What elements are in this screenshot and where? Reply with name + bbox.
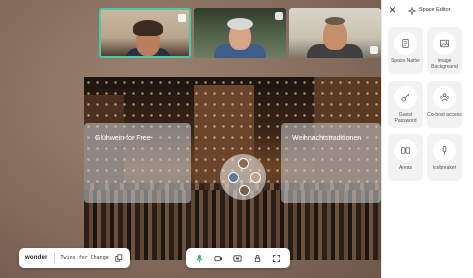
screen-share-button[interactable] <box>231 251 245 265</box>
space-name-button[interactable]: Space Name <box>388 27 423 74</box>
wonder-logo: wonder <box>25 255 48 261</box>
co-host-access-button[interactable]: Co-host access <box>427 81 462 128</box>
screen-share-icon <box>233 254 242 262</box>
room-name: Twins for Change <box>60 255 109 261</box>
tool-icon-circle <box>394 86 417 109</box>
tool-label: Image Background <box>431 58 458 70</box>
copy-icon[interactable] <box>115 254 123 262</box>
tool-icon-circle <box>433 86 456 109</box>
tile-options-icon[interactable] <box>370 46 378 54</box>
tool-icon-circle <box>394 139 417 162</box>
tool-icon-circle <box>433 139 456 162</box>
participant-hair <box>227 18 253 30</box>
participant-hair <box>325 17 345 25</box>
camera-button[interactable] <box>212 251 226 265</box>
space-background-image[interactable]: Glühwein for Free Weihnachtstraditionen <box>84 77 381 260</box>
participant-hair <box>133 20 163 36</box>
microphone-button[interactable] <box>193 251 207 265</box>
avatar[interactable] <box>239 185 250 196</box>
panel-header: ✕ Space Editor <box>382 0 473 22</box>
area-panel-weihnachtstraditionen[interactable]: Weihnachtstraditionen <box>281 123 381 203</box>
tool-label: Space Name <box>391 58 420 64</box>
areas-button[interactable]: Areas <box>388 134 423 181</box>
microphone-icon <box>196 254 203 262</box>
tool-label: Areas <box>398 165 413 171</box>
divider <box>53 253 55 263</box>
media-toolbar <box>186 248 290 268</box>
fullscreen-icon <box>272 254 280 262</box>
fullscreen-button[interactable] <box>269 251 283 265</box>
icebreaker-button[interactable]: Icebreaker <box>427 134 462 181</box>
areas-icon <box>401 147 410 154</box>
document-icon <box>402 39 409 48</box>
camera-icon <box>214 255 223 261</box>
area-title: Glühwein for Free <box>95 135 151 142</box>
room-info-pill: wonder Twins for Change <box>19 248 130 268</box>
tool-icon-circle <box>433 32 456 55</box>
tool-icon-circle <box>394 32 417 55</box>
participant-video-2[interactable] <box>194 8 286 58</box>
key-icon <box>401 93 410 102</box>
guest-password-button[interactable]: Guest Password <box>388 81 423 128</box>
close-icon[interactable]: ✕ <box>388 6 397 15</box>
tool-label: Co-host access <box>427 112 462 118</box>
tool-label: Guest Password <box>394 112 417 124</box>
image-icon <box>440 39 449 48</box>
area-panel-gluehwein[interactable]: Glühwein for Free <box>84 123 191 203</box>
avatar[interactable] <box>238 158 249 169</box>
avatar[interactable] <box>228 172 239 183</box>
tile-options-icon[interactable] <box>178 14 186 22</box>
avatar-cluster[interactable] <box>220 154 266 200</box>
space-stage[interactable]: Glühwein for Free Weihnachtstraditionen … <box>0 0 381 278</box>
lock-icon <box>254 254 260 262</box>
panel-title: Space Editor <box>419 7 451 13</box>
participant-video-1[interactable] <box>99 8 191 58</box>
area-title: Weihnachtstraditionen <box>292 135 362 142</box>
lock-button[interactable] <box>250 251 264 265</box>
microphone-icon <box>442 146 447 155</box>
users-icon <box>440 93 449 102</box>
tile-options-icon[interactable] <box>275 12 283 20</box>
sparkle-icon <box>408 7 416 15</box>
avatar[interactable] <box>250 172 261 183</box>
image-background-button[interactable]: Image Background <box>427 27 462 74</box>
tool-label: Icebreaker <box>432 165 457 171</box>
participant-video-3[interactable] <box>289 8 381 58</box>
